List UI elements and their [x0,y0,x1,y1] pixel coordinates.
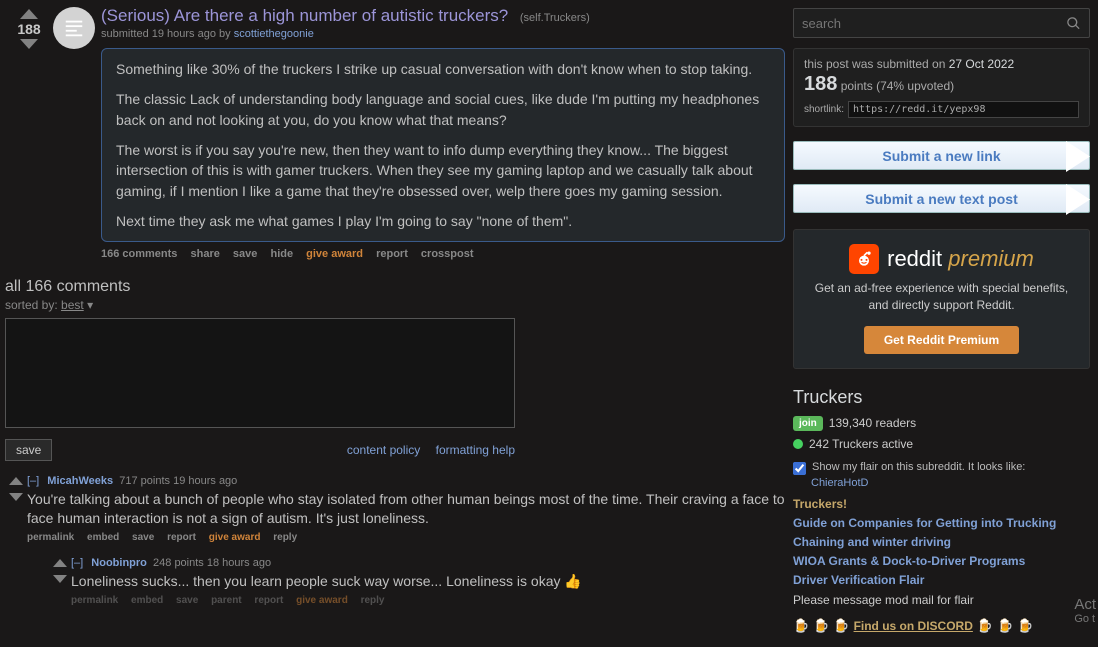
report-comment[interactable]: report [254,595,283,606]
post-title[interactable]: (Serious) Are there a high number of aut… [101,6,508,25]
shortlink-input[interactable] [848,101,1079,118]
premium-promo: reddit premium Get an ad-free experience… [793,229,1090,369]
crosspost-button[interactable]: crosspost [421,248,474,260]
comment-downvote[interactable] [53,575,67,583]
sidebar-link[interactable]: Driver Verification Flair [793,571,1090,590]
post-score: 188 [17,21,40,37]
comment-body: Loneliness sucks... then you learn peopl… [71,572,785,591]
save-comment[interactable]: save [132,532,154,543]
permalink-button[interactable]: permalink [27,532,74,543]
reply-button[interactable]: reply [273,532,297,543]
self-post-thumbnail[interactable] [53,7,95,49]
submit-link-button[interactable]: Submit a new link [793,141,1090,170]
award-comment[interactable]: give award [209,532,261,543]
active-indicator-icon [793,439,803,449]
share-button[interactable]: share [191,248,220,260]
beer-icon: 🍺 [997,618,1013,634]
comment-textarea[interactable] [5,318,515,428]
reply-button[interactable]: reply [361,595,385,606]
permalink-button[interactable]: permalink [71,595,118,606]
active-count: 242 Truckers active [809,437,913,451]
save-comment[interactable]: save [176,595,198,606]
reader-count: 139,340 readers [829,416,916,430]
comment-form: save content policy formatting help [5,318,785,461]
reddit-logo-icon [849,244,879,274]
beer-icon: 🍺 [977,618,993,634]
save-button[interactable]: save [233,248,257,260]
content-policy-link[interactable]: content policy [347,443,420,457]
upvote-arrow[interactable] [20,9,38,19]
sidebar-score: 188 [804,73,837,95]
submit-text-button[interactable]: Submit a new text post [793,184,1090,213]
comment-author[interactable]: Noobinpro [91,557,147,569]
hide-button[interactable]: hide [270,248,293,260]
save-comment-button[interactable]: save [5,439,52,461]
comment-upvote[interactable] [53,559,67,567]
sidebar-header: Truckers! [793,495,1090,514]
comment-body: You're talking about a bunch of people w… [27,490,785,528]
beer-icon: 🍺 [793,618,809,634]
comment-upvote[interactable] [9,477,23,485]
sort-dropdown-icon[interactable]: ▾ [87,298,93,312]
join-button[interactable]: join [793,416,823,431]
downvote-arrow[interactable] [20,39,38,49]
beer-icon: 🍺 [833,618,849,634]
beer-icon: 🍺 [813,618,829,634]
sidebar-link[interactable]: Guide on Companies for Getting into Truc… [793,514,1090,533]
show-flair-checkbox[interactable] [793,462,806,475]
embed-button[interactable]: embed [131,595,163,606]
post-domain[interactable]: (self.Truckers) [520,12,590,24]
collapse-toggle[interactable]: [–] [27,475,39,487]
formatting-help-link[interactable]: formatting help [436,443,515,457]
get-premium-button[interactable]: Get Reddit Premium [864,326,1019,354]
comments-link[interactable]: 166 comments [101,248,177,260]
modmail-note: Please message mod mail for flair [793,591,1090,610]
give-award-button[interactable]: give award [306,248,363,260]
sort-selector[interactable]: best [61,298,84,312]
post-tagline: submitted 19 hours ago by scottiethegoon… [101,28,785,40]
user-flair[interactable]: ChieraHotD [811,477,1090,489]
search-input[interactable] [802,16,1066,31]
post-author[interactable]: scottiethegoonie [234,28,314,40]
collapse-toggle[interactable]: [–] [71,557,83,569]
beer-icon: 🍺 [1017,618,1033,634]
search-icon[interactable] [1066,16,1081,31]
embed-button[interactable]: embed [87,532,119,543]
discord-link[interactable]: Find us on DISCORD [854,619,973,633]
parent-button[interactable]: parent [211,595,242,606]
award-comment[interactable]: give award [296,595,348,606]
link-info-box: this post was submitted on 27 Oct 2022 1… [793,48,1090,127]
comment-author[interactable]: MicahWeeks [47,475,113,487]
sidebar-link[interactable]: WIOA Grants & Dock-to-Driver Programs [793,552,1090,571]
sidebar-link[interactable]: Chaining and winter driving [793,533,1090,552]
comments-header: all 166 comments [5,278,785,296]
comment-downvote[interactable] [9,493,23,501]
subreddit-title[interactable]: Truckers [793,387,1090,408]
report-comment[interactable]: report [167,532,196,543]
report-button[interactable]: report [376,248,408,260]
selftext-box: Something like 30% of the truckers I str… [101,48,785,242]
